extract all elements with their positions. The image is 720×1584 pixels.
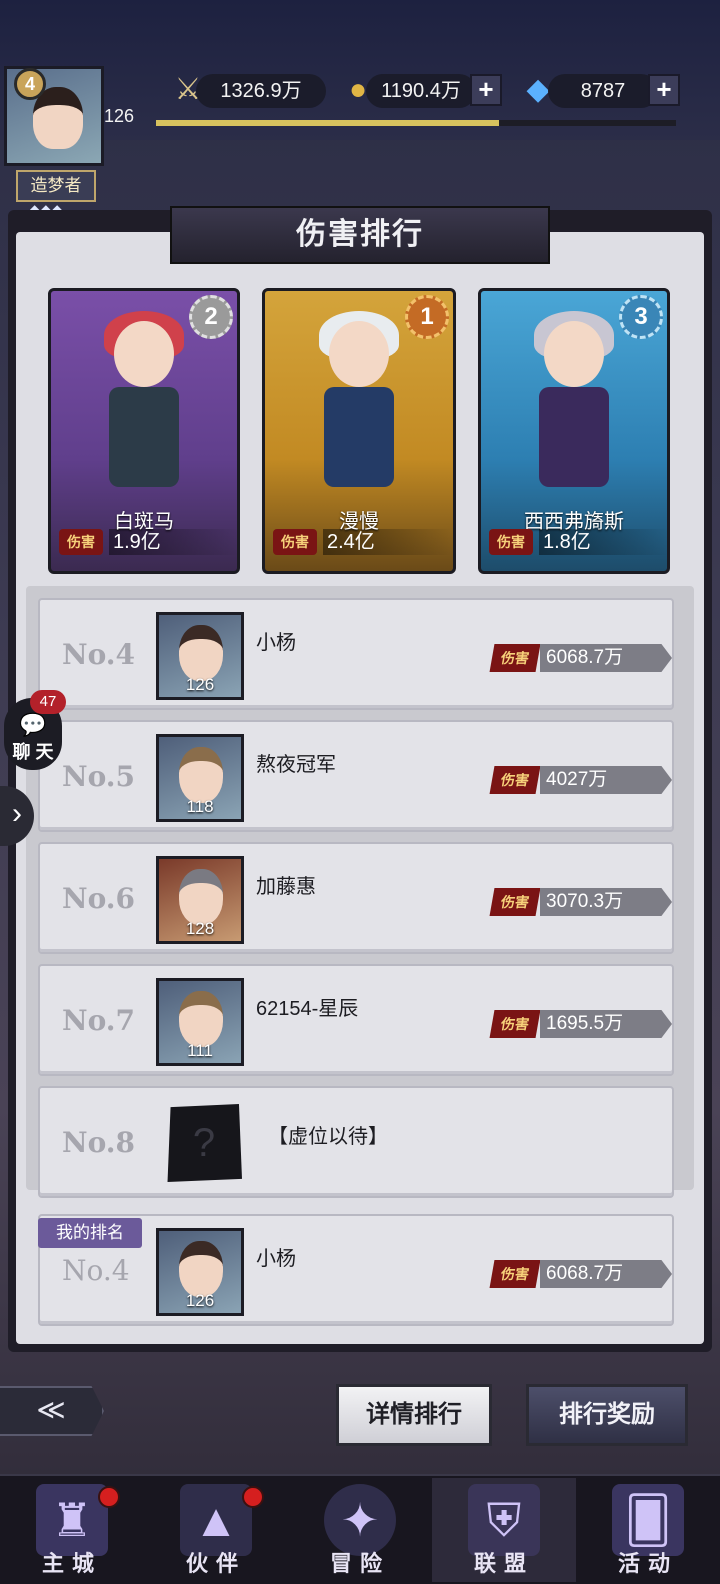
player-name: 62154-星辰	[256, 998, 359, 1020]
nav-label: 联盟	[473, 1551, 534, 1576]
rank-number: No.8	[62, 1126, 136, 1159]
damage-tag: 伤害	[489, 888, 541, 916]
add-gold-button[interactable]: +	[470, 74, 502, 106]
power-value: 1326.9万	[196, 74, 326, 108]
player-name: 小杨	[256, 1248, 296, 1270]
podium-card-rank-2[interactable]: 2 白斑马 伤害 1.9亿	[48, 288, 240, 574]
chat-label: 聊 天	[12, 742, 54, 762]
avatar-level: 111	[187, 1041, 213, 1060]
damage-tag: 伤害	[273, 529, 317, 555]
podium-card-rank-1[interactable]: 1 漫慢 伤害 2.4亿	[262, 288, 456, 574]
damage-value: 1.9亿	[109, 529, 237, 555]
damage-tag: 伤害	[489, 766, 541, 794]
empty-avatar-icon: ?	[167, 1104, 242, 1182]
damage-value: 1.8亿	[539, 529, 667, 555]
damage-tag: 伤害	[489, 529, 533, 555]
rank-medal: 3	[619, 295, 663, 339]
avatar[interactable]: 126	[156, 1228, 244, 1316]
rank-row[interactable]: No.6 128 加藤惠 伤害 3070.3万	[38, 842, 674, 954]
ranking-reward-button[interactable]: 排行奖励	[526, 1384, 688, 1446]
damage-value: 3070.3万	[540, 888, 672, 916]
damage-value: 2.4亿	[323, 529, 453, 555]
damage-tag: 伤害	[489, 1260, 541, 1288]
rank-number: No.6	[62, 882, 136, 915]
rank-medal: 1	[405, 295, 449, 339]
damage-value: 6068.7万	[540, 644, 672, 672]
player-level: 126	[104, 106, 135, 126]
player-name: 【虚位以待】	[268, 1126, 388, 1148]
avatar-level: 126	[185, 675, 215, 694]
nav-item-events[interactable]: 🂠 活动	[576, 1478, 720, 1582]
avatar-level: 126	[185, 1291, 215, 1310]
avatar-face	[33, 87, 83, 149]
rank-number: No.4	[62, 1254, 130, 1287]
nav-item-alliance[interactable]: ⛨ 联盟	[432, 1478, 576, 1582]
character-art	[519, 311, 629, 511]
chat-unread-badge: 47	[30, 690, 66, 714]
damage-value: 6068.7万	[540, 1260, 672, 1288]
damage-tag: 伤害	[489, 644, 541, 672]
player-name: 小杨	[256, 632, 296, 654]
nav-label: 活动	[617, 1551, 678, 1576]
nav-item-adventure[interactable]: ✦ 冒险	[288, 1478, 432, 1582]
damage-value: 4027万	[540, 766, 672, 794]
rank-row[interactable]: No.8 ? 【虚位以待】	[38, 1086, 674, 1198]
rank-row[interactable]: No.4 126 小杨 伤害 6068.7万	[38, 598, 674, 710]
rank-row[interactable]: No.5 118 熬夜冠军 伤害 4027万	[38, 720, 674, 832]
rank-number: No.7	[62, 1004, 136, 1037]
damage-tag: 伤害	[59, 529, 103, 555]
diamond-value: 8787	[548, 74, 658, 108]
player-name: 加藤惠	[256, 876, 316, 898]
podium-card-rank-3[interactable]: 3 西西弗旖斯 伤害 1.8亿	[478, 288, 670, 574]
avatar[interactable]: 111	[156, 978, 244, 1066]
avatar-level: 128	[185, 919, 215, 938]
damage-tag: 伤害	[489, 1010, 541, 1038]
nav-item-main-city[interactable]: ♜ 主城	[0, 1478, 144, 1582]
ranking-title: 伤害排行	[170, 206, 550, 264]
nav-label: 冒险	[329, 1551, 390, 1576]
avatar-level: 118	[186, 797, 214, 816]
rank-medal: 2	[189, 295, 233, 339]
notification-dot	[242, 1486, 264, 1508]
avatar[interactable]: 128	[156, 856, 244, 944]
notification-dot	[98, 1486, 120, 1508]
detail-ranking-button[interactable]: 详情排行	[336, 1384, 492, 1446]
nav-label: 主城	[41, 1551, 102, 1576]
player-name: 熬夜冠军	[256, 754, 336, 776]
nav-item-partners[interactable]: ▲ 伙伴	[144, 1478, 288, 1582]
rank-number: No.4	[62, 638, 136, 671]
character-art	[304, 311, 414, 511]
avatar[interactable]: 118	[156, 734, 244, 822]
damage-value: 1695.5万	[540, 1010, 672, 1038]
avatar[interactable]: 126	[156, 612, 244, 700]
title-tag: 造梦者	[16, 170, 96, 202]
nav-label: 伙伴	[185, 1551, 246, 1576]
rank-number: No.5	[62, 760, 136, 793]
rank-row[interactable]: No.7 111 62154-星辰 伤害 1695.5万	[38, 964, 674, 1076]
my-rank-tag: 我的排名	[38, 1218, 142, 1248]
gold-value: 1190.4万	[366, 74, 476, 108]
add-diamond-button[interactable]: +	[648, 74, 680, 106]
xp-bar	[156, 120, 676, 126]
avatar-level-badge: 4	[14, 68, 46, 100]
back-button[interactable]: ≪	[0, 1386, 104, 1436]
xp-bar-fill	[156, 120, 500, 126]
character-art	[89, 311, 199, 511]
